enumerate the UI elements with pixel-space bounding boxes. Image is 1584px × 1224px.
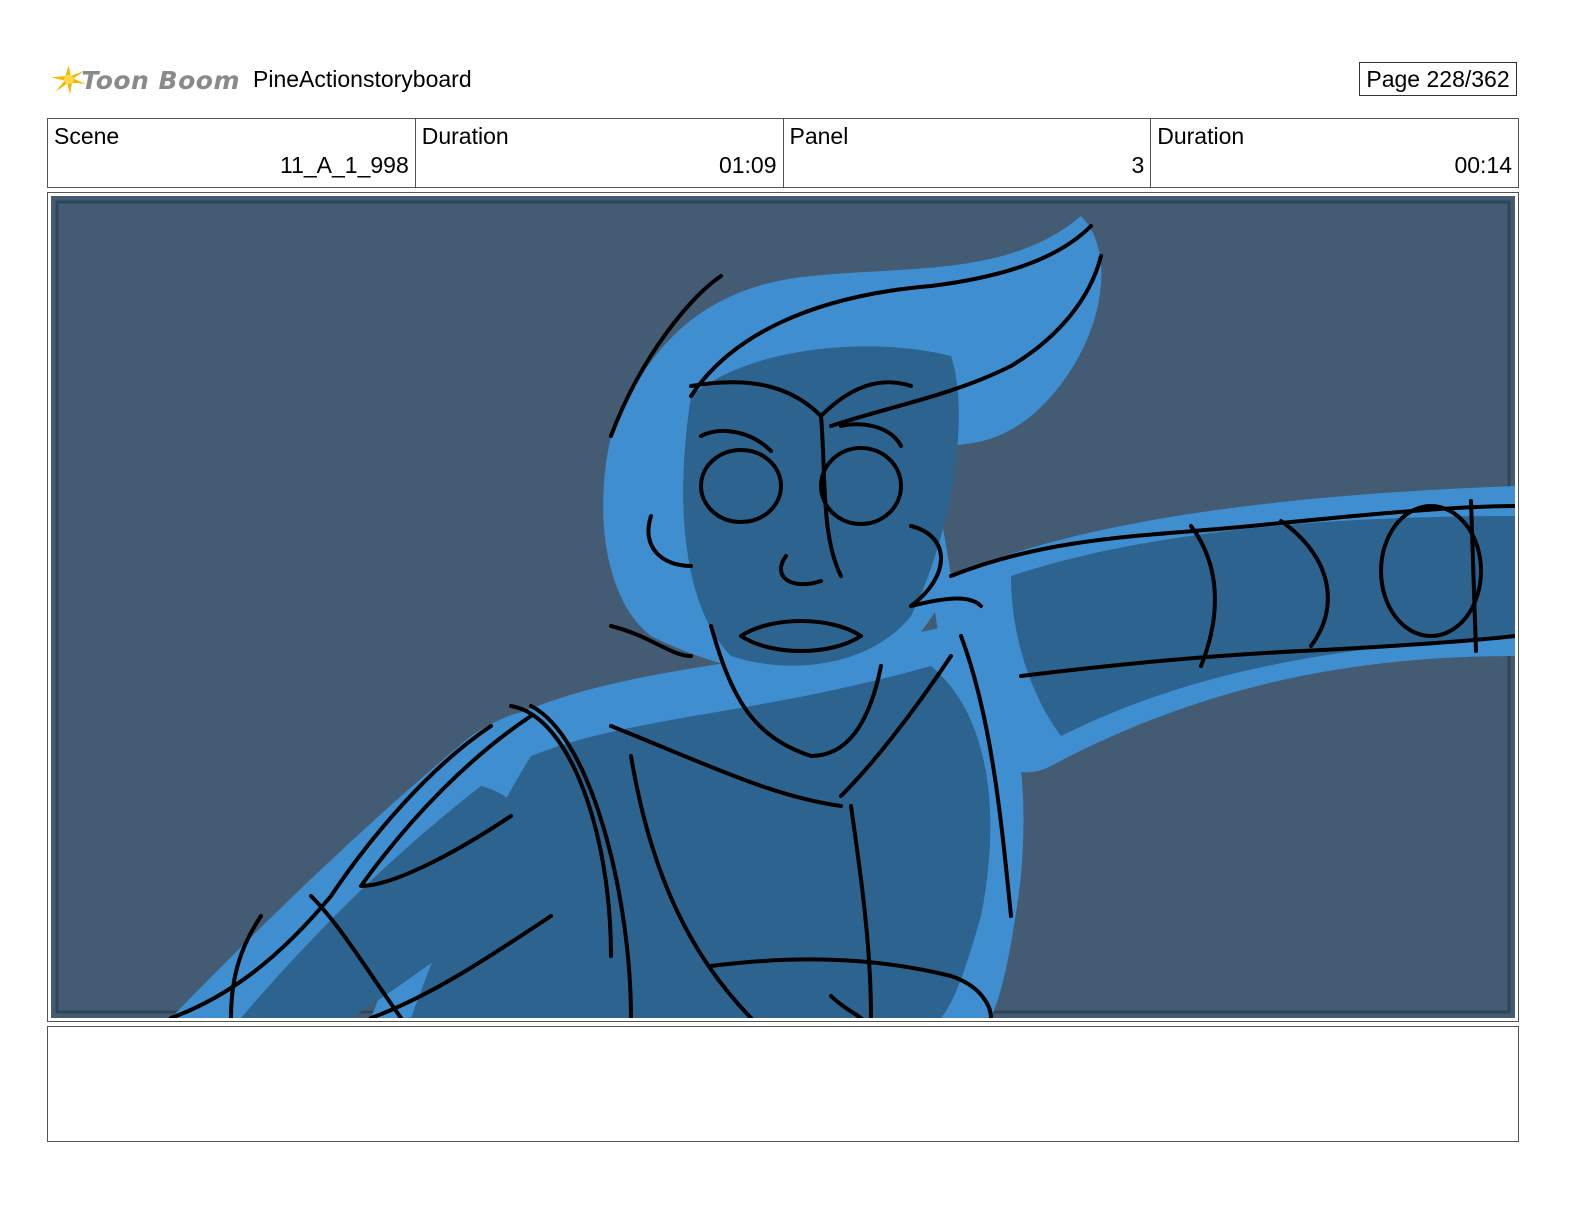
page-indicator: Page 228/362 [1359,62,1517,96]
scene-duration-label: Duration [421,123,509,149]
character-sketch [55,200,1515,1018]
scene-value: 11_A_1_998 [279,152,409,178]
scene-cell: Scene 11_A_1_998 [48,119,416,187]
toon-boom-logo: Toon Boom [50,54,240,106]
panel-duration-cell: Duration 00:14 [1151,119,1518,187]
panel-cell: Panel 3 [784,119,1152,187]
scene-info-table: Scene 11_A_1_998 Duration 01:09 Panel 3 … [47,118,1519,188]
scene-label: Scene [54,123,120,149]
panel-drawing [51,196,1515,1018]
panel-label: Panel [789,123,849,149]
panel-duration-value: 00:14 [1454,152,1512,178]
logo-text: Toon Boom [81,65,240,95]
scene-duration-value: 01:09 [718,152,777,178]
project-title: PineActionstoryboard [253,66,472,92]
scene-duration-cell: Duration 01:09 [416,119,784,187]
storyboard-panel [47,192,1519,1022]
panel-value: 3 [1131,152,1145,178]
panel-notes [47,1026,1519,1142]
panel-duration-label: Duration [1157,123,1245,149]
